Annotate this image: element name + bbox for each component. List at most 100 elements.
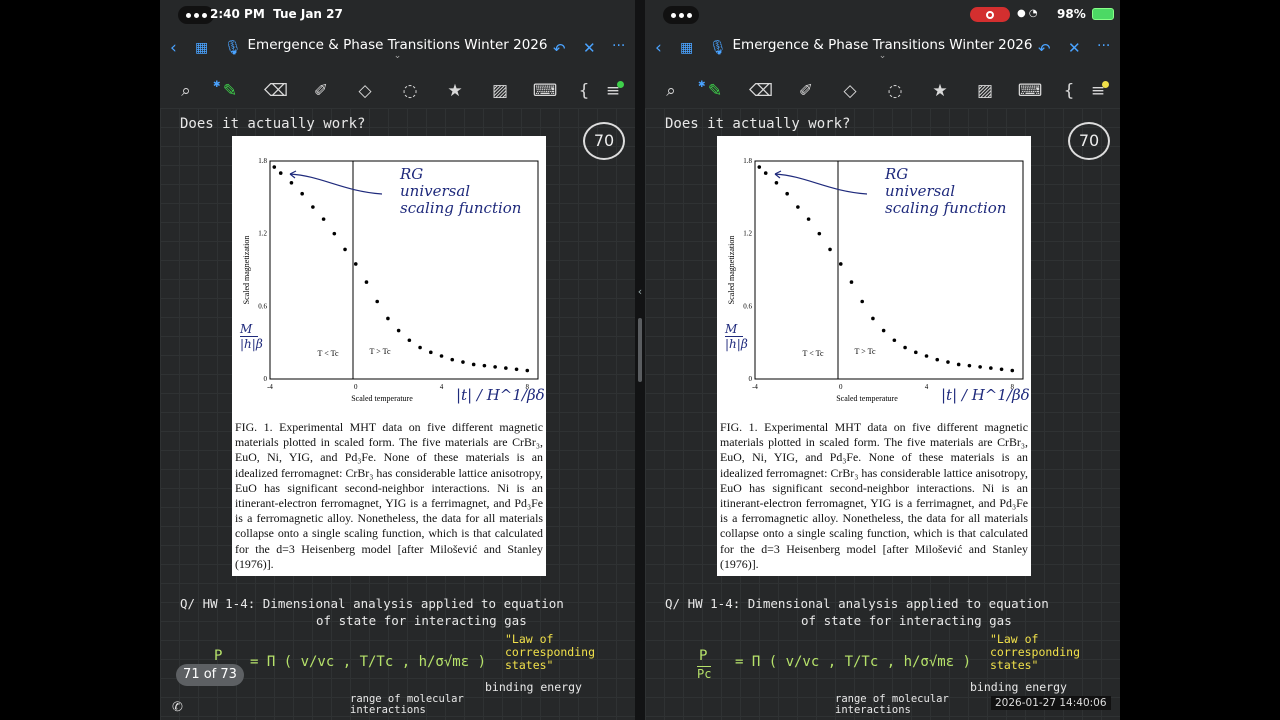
x-annotation: |t| / H^1/βδ [941, 386, 1030, 404]
pasted-figure[interactable]: -4 0 4 8 0 0.6 1.2 1.8 Scaled temperature Scale… [717, 136, 1031, 576]
shapes-icon[interactable]: ◇ [352, 78, 378, 104]
region-label-above: T > Tc [370, 347, 391, 356]
data-point [935, 357, 940, 362]
undo-icon[interactable]: ↶ [553, 40, 566, 58]
data-point [278, 171, 283, 175]
data-point [999, 367, 1004, 372]
wifi-icon: ● ◔ [1017, 8, 1038, 19]
battery-icon [1092, 8, 1114, 20]
region-label-below: T < Tc [318, 349, 339, 358]
keyboard-icon[interactable]: ⌨ [532, 78, 558, 104]
rg-annotation: RG universal scaling function [885, 165, 1007, 217]
multitask-dots-icon[interactable] [178, 6, 214, 24]
timestamp: 2026-01-27 14:40:06 [991, 696, 1111, 710]
data-point [272, 165, 277, 169]
binding-annotation: binding energy [970, 680, 1067, 694]
more-icon[interactable]: ··· [612, 38, 625, 54]
page-badge[interactable]: 71 of 73 [176, 664, 244, 686]
split-handle[interactable] [638, 318, 642, 382]
law-annotation: "Law of corresponding states" [990, 632, 1081, 672]
eq-rhs: = Π ( v/vc , T/Tc , h/σ√mε ) [250, 654, 487, 670]
x-axis-label: Scaled temperature [836, 394, 898, 403]
menu-icon[interactable]: ≡ [1085, 78, 1111, 104]
text-icon[interactable]: { [1056, 78, 1082, 104]
text-icon[interactable]: { [571, 78, 597, 104]
rg-annotation: RG universal scaling function [400, 165, 522, 217]
undo-icon[interactable]: ↶ [1038, 40, 1051, 58]
y-axis-label: Scaled magnetization [727, 236, 736, 305]
keyboard-icon[interactable]: ⌨ [1017, 78, 1043, 104]
zoom-icon[interactable]: ⌕ [173, 78, 199, 104]
data-point [956, 362, 961, 367]
image-icon[interactable]: ▨ [487, 78, 513, 104]
handwritten-question: Does it actually work? [180, 116, 366, 132]
toolbar: ⌕ ✱ ✎ ⌫ ✐ ◇ ◌ ★ ▨ ⌨ { ≡ [160, 74, 635, 108]
y-tick-label: 0.6 [258, 302, 267, 310]
data-point [860, 299, 864, 304]
data-point [439, 354, 444, 358]
data-point [504, 366, 508, 370]
data-point [332, 231, 337, 236]
data-point [418, 345, 422, 350]
recording-icon[interactable] [970, 7, 1010, 22]
y-tick-label: 1.8 [743, 157, 752, 165]
hw-line-2: of state for interacting gas [801, 613, 1012, 628]
image-icon[interactable]: ▨ [972, 78, 998, 104]
data-point [967, 363, 972, 368]
data-point [806, 217, 811, 221]
data-point [817, 231, 822, 236]
eraser-icon[interactable]: ⌫ [748, 78, 774, 104]
eq-rhs: = Π ( v/vc , T/Tc , h/σ√mε ) [735, 654, 972, 670]
shapes-icon[interactable]: ◇ [837, 78, 863, 104]
y-tick-label: 0.6 [743, 302, 752, 310]
data-point [343, 247, 347, 252]
data-point [396, 328, 401, 333]
x-tick-label: -4 [267, 383, 273, 391]
highlighter-icon[interactable]: ✐ [308, 78, 334, 104]
data-point [892, 338, 897, 343]
data-point [828, 247, 832, 252]
data-point [1010, 368, 1015, 373]
data-point [525, 368, 530, 373]
eraser-icon[interactable]: ⌫ [263, 78, 289, 104]
annotation-arrow [774, 173, 868, 195]
binding-annotation: binding energy [485, 680, 582, 694]
m-annotation: M |h|β [240, 322, 263, 351]
highlighter-icon[interactable]: ✐ [793, 78, 819, 104]
x-axis-label: Scaled temperature [351, 394, 413, 403]
lasso-icon[interactable]: ◌ [882, 78, 908, 104]
data-point [903, 345, 907, 350]
data-point [461, 360, 465, 364]
status-time: 2:40 PM Tue Jan 27 [210, 7, 343, 21]
range-annotation: range of molecular interactions [835, 693, 949, 716]
pen-icon[interactable]: ✱ ✎ [698, 78, 728, 104]
nav-bar: ‹ ▦ 🎙 Emergence & Phase Transitions Wint… [645, 32, 1120, 62]
more-icon[interactable]: ··· [1097, 38, 1110, 54]
multitask-dots-icon[interactable] [663, 6, 699, 24]
y-tick-label: 1.2 [743, 230, 752, 238]
favorites-icon[interactable]: ★ [442, 78, 468, 104]
bluetooth-icon: ✱ [698, 80, 706, 90]
menu-icon[interactable]: ≡ [600, 78, 626, 104]
pasted-figure[interactable]: -4 0 4 8 0 0.6 1.2 1.8 Scaled temperature Scale… [232, 136, 546, 576]
x-tick-label: -4 [752, 383, 758, 391]
data-point [311, 205, 315, 209]
region-label-below: T < Tc [803, 349, 824, 358]
data-point [429, 350, 433, 355]
favorites-icon[interactable]: ★ [927, 78, 953, 104]
split-divider[interactable]: ‹ [635, 0, 645, 720]
close-icon[interactable]: ✕ [583, 39, 596, 57]
data-point [946, 360, 950, 364]
data-point [774, 181, 779, 185]
close-icon[interactable]: ✕ [1068, 39, 1081, 57]
lasso-icon[interactable]: ◌ [397, 78, 423, 104]
data-point [321, 217, 326, 221]
data-point [989, 366, 993, 370]
status-bar: 2:40 PM Tue Jan 27 [160, 4, 635, 24]
eq-lhs: P [699, 648, 708, 664]
right-pane: ● ◔ 98% ‹ ▦ 🎙 Emergence & Phase Transiti… [645, 0, 1120, 720]
data-point [289, 181, 294, 185]
zoom-icon[interactable]: ⌕ [658, 78, 684, 104]
pen-icon[interactable]: ✱ ✎ [213, 78, 243, 104]
data-point [796, 205, 800, 209]
